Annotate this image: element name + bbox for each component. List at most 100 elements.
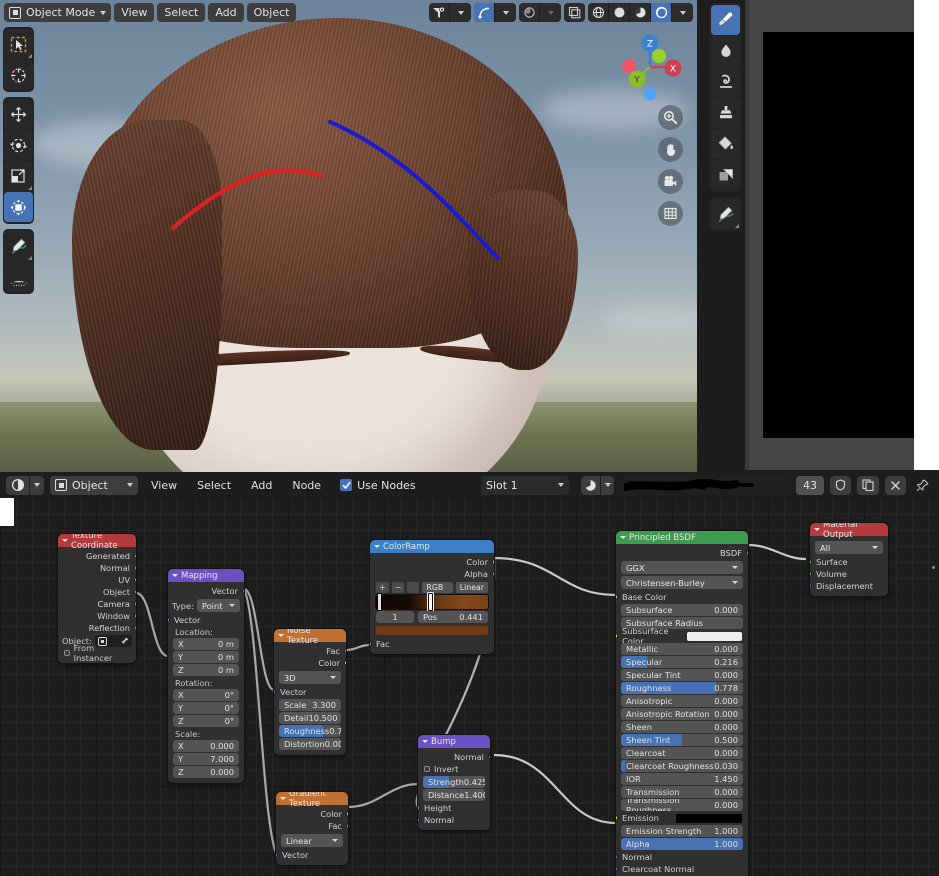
shader-type-selector[interactable]: Object bbox=[50, 475, 138, 495]
ramp-pos-field[interactable]: Pos 0.441 bbox=[418, 611, 488, 623]
rotate-tool[interactable] bbox=[4, 130, 33, 160]
input-vector[interactable]: Vector bbox=[168, 614, 244, 626]
snap-icon[interactable] bbox=[474, 3, 495, 22]
output-window[interactable]: Window bbox=[58, 610, 136, 622]
collapse-icon[interactable] bbox=[620, 536, 626, 539]
output-fac[interactable]: Fac bbox=[276, 820, 348, 832]
target-dropdown[interactable]: All bbox=[815, 541, 883, 554]
visibility-icon[interactable] bbox=[429, 3, 450, 22]
ramp-menu-button[interactable] bbox=[407, 582, 420, 593]
camera-icon[interactable] bbox=[658, 169, 683, 194]
ramp-stop-0[interactable] bbox=[377, 593, 382, 611]
input-volume[interactable]: Volume bbox=[810, 568, 888, 580]
move-tool[interactable] bbox=[4, 99, 33, 129]
scale-tool[interactable] bbox=[4, 161, 33, 191]
subsurface-method-dropdown[interactable]: Christensen-Burley bbox=[621, 576, 743, 589]
location-z[interactable]: Z0 m bbox=[173, 664, 239, 676]
collapse-icon[interactable] bbox=[814, 528, 820, 531]
shading-wireframe-icon[interactable] bbox=[588, 3, 609, 22]
collapse-icon[interactable] bbox=[278, 634, 284, 637]
collapse-icon[interactable] bbox=[374, 545, 380, 548]
rotation-x[interactable]: X 0° bbox=[173, 689, 239, 701]
navigation-gizmo[interactable]: Z X Y bbox=[613, 30, 687, 104]
editor-divider[interactable] bbox=[745, 0, 749, 470]
annotate-tool[interactable] bbox=[711, 199, 740, 229]
input-alpha[interactable]: Alpha 1.000 bbox=[621, 838, 743, 850]
input-sheen-tint[interactable]: Sheen Tint 0.500 bbox=[621, 734, 743, 746]
menu-node[interactable]: Node bbox=[285, 476, 328, 495]
node-bump[interactable]: Bump Normal Invert Strength0.425 Distanc… bbox=[418, 735, 490, 830]
input-roughness[interactable]: Roughness 0.778 bbox=[621, 682, 743, 694]
menu-view[interactable]: View bbox=[144, 476, 184, 495]
node-header[interactable]: ColorRamp bbox=[370, 540, 494, 553]
subsurface-color-swatch[interactable] bbox=[686, 631, 742, 641]
material-users-count[interactable]: 43 bbox=[796, 475, 824, 495]
param-distance[interactable]: Distance1.400 bbox=[423, 789, 485, 801]
shading-rendered-icon[interactable] bbox=[651, 3, 672, 22]
input-subsurface-radius[interactable]: Subsurface Radius bbox=[621, 617, 743, 629]
node-header[interactable]: Gradient Texture bbox=[276, 792, 348, 809]
node-gradient-texture[interactable]: Gradient Texture Color Fac Linear Vector bbox=[276, 792, 348, 865]
snap-dropdown[interactable] bbox=[495, 3, 516, 22]
input-emission[interactable]: Emission bbox=[616, 812, 748, 824]
shading-dropdown[interactable] bbox=[672, 3, 693, 22]
shading-selector[interactable] bbox=[588, 3, 693, 22]
mask-brush-tool[interactable] bbox=[711, 160, 740, 190]
dimension-dropdown[interactable]: 3D bbox=[279, 671, 341, 684]
shader-editor-icon[interactable] bbox=[6, 475, 30, 495]
proportional-edit-dropdown[interactable] bbox=[540, 3, 561, 22]
output-camera[interactable]: Camera bbox=[58, 598, 136, 610]
editor-type-selector[interactable] bbox=[6, 475, 44, 495]
add-stop-button[interactable]: + bbox=[376, 582, 389, 593]
output-bsdf[interactable]: BSDF bbox=[616, 547, 748, 559]
proportional-edit-icon[interactable] bbox=[519, 3, 540, 22]
output-alpha[interactable]: Alpha bbox=[370, 568, 494, 580]
viewport-nav-buttons[interactable] bbox=[658, 105, 683, 226]
output-normal[interactable]: Normal bbox=[418, 751, 490, 763]
transform-tool[interactable] bbox=[4, 192, 33, 222]
slot-selector[interactable]: Slot 1 bbox=[481, 475, 569, 495]
scale-z[interactable]: Z 0.000 bbox=[173, 766, 239, 778]
output-normal[interactable]: Normal bbox=[58, 562, 136, 574]
node-header[interactable]: Mapping bbox=[168, 569, 244, 582]
input-ior[interactable]: IOR 1.450 bbox=[621, 773, 743, 785]
type-dropdown[interactable]: Point bbox=[196, 599, 240, 612]
visibility-dropdown[interactable] bbox=[450, 3, 471, 22]
distribution-dropdown[interactable]: GGX bbox=[621, 561, 743, 574]
param-scale[interactable]: Scale 3.300 bbox=[279, 699, 341, 711]
input-specular[interactable]: Specular 0.216 bbox=[621, 656, 743, 668]
ramp-index-field[interactable]: 1 bbox=[376, 611, 414, 623]
input-specular-tint[interactable]: Specular Tint 0.000 bbox=[621, 669, 743, 681]
node-header[interactable]: Noise Texture bbox=[274, 629, 346, 646]
output-vector[interactable]: Vector bbox=[168, 585, 244, 597]
node-header[interactable]: Principled BSDF bbox=[616, 531, 748, 544]
input-height[interactable]: Height bbox=[418, 802, 490, 814]
menu-object[interactable]: Object bbox=[246, 3, 297, 22]
output-reflection[interactable]: Reflection bbox=[58, 622, 136, 634]
from-instancer-checkbox[interactable]: From Instancer bbox=[58, 643, 136, 663]
tweak-select-box-tool[interactable] bbox=[4, 29, 33, 59]
menu-add[interactable]: Add bbox=[208, 3, 244, 22]
menu-select[interactable]: Select bbox=[190, 476, 238, 495]
param-strength[interactable]: Strength0.425 bbox=[423, 776, 485, 788]
node-noise-texture[interactable]: Noise Texture Fac Color 3D Vector Scale 3… bbox=[274, 629, 346, 755]
node-mapping[interactable]: Mapping Vector Type: Point Vector Locati… bbox=[168, 569, 244, 783]
menu-add[interactable]: Add bbox=[244, 476, 279, 495]
pan-icon[interactable] bbox=[658, 137, 683, 162]
invert-checkbox[interactable]: Invert bbox=[418, 763, 490, 775]
collapse-icon[interactable] bbox=[172, 574, 178, 577]
input-subsurface[interactable]: Subsurface 0.000 bbox=[621, 604, 743, 616]
shader-editor-header[interactable]: Object View Select Add Node Use Nodes Sl… bbox=[0, 472, 939, 498]
clone-brush-tool[interactable] bbox=[711, 98, 740, 128]
overlay-selector[interactable] bbox=[564, 3, 585, 22]
param-detail[interactable]: Detail 10.500 bbox=[279, 712, 341, 724]
input-emission-strength[interactable]: Emission Strength 1.000 bbox=[621, 825, 743, 837]
snap-selector[interactable] bbox=[474, 3, 516, 22]
collapse-icon[interactable] bbox=[422, 740, 428, 743]
zoom-icon[interactable] bbox=[658, 105, 683, 130]
input-base-color[interactable]: Base Color bbox=[616, 591, 748, 603]
shading-material-icon[interactable] bbox=[630, 3, 651, 22]
material-icon[interactable] bbox=[581, 475, 601, 495]
node-texture-coordinate[interactable]: Texture Coordinate Generated Normal UV O… bbox=[58, 534, 136, 663]
input-clearcoat-normal[interactable]: Clearcoat Normal bbox=[616, 863, 748, 875]
